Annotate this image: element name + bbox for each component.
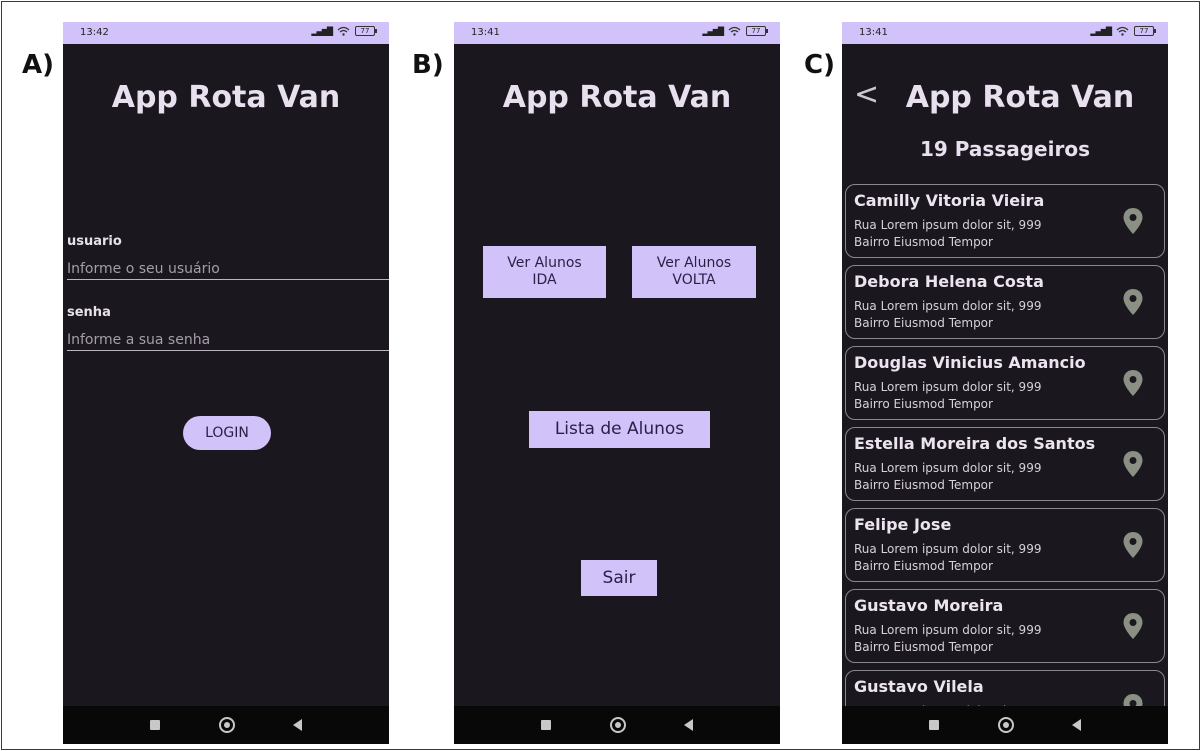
location-pin-icon[interactable] — [1122, 369, 1144, 397]
passenger-name: Camilly Vitoria Vieira — [854, 191, 1045, 210]
phone-menu-screen: 13:41 ▂▄▆█ 77 App Rota Van Ver Alunos ID… — [454, 22, 780, 744]
passenger-street: Rua Lorem ipsum dolor sit, 999 — [854, 542, 1042, 556]
list-item[interactable]: Gustavo VilelaRua Lorem ipsum dolor sit,… — [845, 670, 1165, 706]
location-pin-icon[interactable] — [1122, 207, 1144, 235]
signal-icon: ▂▄▆█ — [702, 26, 724, 36]
triangle-back-icon[interactable] — [1072, 719, 1081, 731]
list-item[interactable]: Felipe Jose Rua Lorem ipsum dolor sit, 99… — [845, 508, 1165, 582]
wifi-icon — [337, 26, 350, 36]
list-item[interactable]: Douglas Vinicius Amancio Rua Lorem ipsum … — [845, 346, 1165, 420]
battery-icon: 77 — [1134, 26, 1156, 36]
passenger-street: Rua Lorem ipsum dolor sit, 999 — [854, 380, 1042, 394]
square-icon[interactable] — [929, 720, 939, 730]
phone-passenger-list-screen: 13:41 ▂▄▆█ 77 < App Rota Van 19 Passagei… — [842, 22, 1168, 744]
panel-label-c: C) — [804, 50, 835, 80]
app-title: App Rota Van — [502, 80, 732, 115]
passenger-address: Rua Lorem ipsum dolor sit, 999 Bairro Eiu… — [854, 298, 1041, 332]
status-bar: 13:41 ▂▄▆█ 77 — [842, 22, 1168, 44]
status-bar: 13:41 ▂▄▆█ 77 — [454, 22, 780, 44]
triangle-back-icon[interactable] — [684, 719, 693, 731]
passenger-street: Rua Lorem ipsum dolor sit, 999 — [854, 623, 1042, 637]
passenger-district: Bairro Eiusmod Tempor — [854, 316, 993, 330]
panel-label-b: B) — [412, 50, 444, 80]
status-time: 13:41 — [859, 27, 888, 38]
usuario-input[interactable] — [67, 258, 389, 280]
panel-label-a: A) — [22, 50, 55, 80]
senha-label: senha — [67, 305, 111, 320]
ver-alunos-ida-button[interactable]: Ver Alunos IDA — [483, 246, 606, 298]
passenger-address: Rua Lorem ipsum dolor sit, 999 Bairro Eiu… — [854, 460, 1041, 494]
status-bar: 13:42 ▂▄▆█ 77 — [63, 22, 389, 44]
login-button[interactable]: LOGIN — [183, 416, 271, 450]
signal-icon: ▂▄▆█ — [311, 26, 333, 36]
passenger-name: Estella Moreira dos Santos — [854, 434, 1096, 453]
status-time: 13:42 — [80, 27, 109, 38]
passenger-district: Bairro Eiusmod Tempor — [854, 640, 993, 654]
battery-icon: 77 — [355, 26, 377, 36]
passenger-district: Bairro Eiusmod Tempor — [854, 397, 993, 411]
square-icon[interactable] — [150, 720, 160, 730]
android-nav-bar — [63, 706, 389, 744]
passenger-street: Rua Lorem ipsum dolor sit, 999 — [854, 461, 1042, 475]
square-icon[interactable] — [541, 720, 551, 730]
location-pin-icon[interactable] — [1122, 693, 1144, 706]
location-pin-icon[interactable] — [1122, 531, 1144, 559]
wifi-icon — [1116, 26, 1129, 36]
passenger-name: Douglas Vinicius Amancio — [854, 353, 1086, 372]
list-item[interactable]: Debora Helena Costa Rua Lorem ipsum dolor… — [845, 265, 1165, 339]
android-nav-bar — [454, 706, 780, 744]
passenger-street: Rua Lorem ipsum dolor sit, 999 — [854, 218, 1042, 232]
senha-input[interactable] — [67, 329, 389, 351]
app-title: App Rota Van — [905, 80, 1135, 115]
android-nav-bar — [842, 706, 1168, 744]
passenger-district: Bairro Eiusmod Tempor — [854, 235, 993, 249]
circle-icon[interactable] — [219, 717, 235, 733]
app-title: App Rota Van — [111, 80, 341, 115]
passenger-district: Bairro Eiusmod Tempor — [854, 478, 993, 492]
passenger-street: Rua Lorem ipsum dolor sit, 999 — [854, 299, 1042, 313]
passenger-name: Felipe Jose — [854, 515, 952, 534]
wifi-icon — [728, 26, 741, 36]
passenger-name: Gustavo Vilela — [854, 677, 984, 696]
triangle-back-icon[interactable] — [293, 719, 302, 731]
status-time: 13:41 — [471, 27, 500, 38]
location-pin-icon[interactable] — [1122, 288, 1144, 316]
passenger-name: Debora Helena Costa — [854, 272, 1044, 291]
passenger-count: 19 Passageiros — [920, 137, 1090, 161]
circle-icon[interactable] — [998, 717, 1014, 733]
passenger-address: Rua Lorem ipsum dolor sit, 999 Bairro Eiu… — [854, 379, 1041, 413]
passenger-district: Bairro Eiusmod Tempor — [854, 559, 993, 573]
passenger-name: Gustavo Moreira — [854, 596, 1004, 615]
passenger-list[interactable]: Camilly Vitoria Vieira Rua Lorem ipsum do… — [845, 184, 1166, 706]
passenger-address: Rua Lorem ipsum dolor sit, 999 Bairro Eiu… — [854, 541, 1041, 575]
list-item[interactable]: Estella Moreira dos Santos Rua Lorem ipsu… — [845, 427, 1165, 501]
signal-icon: ▂▄▆█ — [1090, 26, 1112, 36]
phone-login-screen: 13:42 ▂▄▆█ 77 App Rota Van usuario senha… — [63, 22, 389, 744]
ver-alunos-volta-button[interactable]: Ver Alunos VOLTA — [632, 246, 756, 298]
passenger-address: Rua Lorem ipsum dolor sit, 999 Bairro Eiu… — [854, 622, 1041, 656]
sair-button[interactable]: Sair — [581, 560, 657, 596]
usuario-label: usuario — [67, 234, 122, 249]
circle-icon[interactable] — [610, 717, 626, 733]
passenger-address: Rua Lorem ipsum dolor sit, 999 Bairro Eiu… — [854, 217, 1041, 251]
location-pin-icon[interactable] — [1122, 612, 1144, 640]
battery-icon: 77 — [746, 26, 768, 36]
list-item[interactable]: Gustavo Moreira Rua Lorem ipsum dolor sit… — [845, 589, 1165, 663]
lista-de-alunos-button[interactable]: Lista de Alunos — [529, 411, 710, 448]
list-item[interactable]: Camilly Vitoria Vieira Rua Lorem ipsum do… — [845, 184, 1165, 258]
location-pin-icon[interactable] — [1122, 450, 1144, 478]
